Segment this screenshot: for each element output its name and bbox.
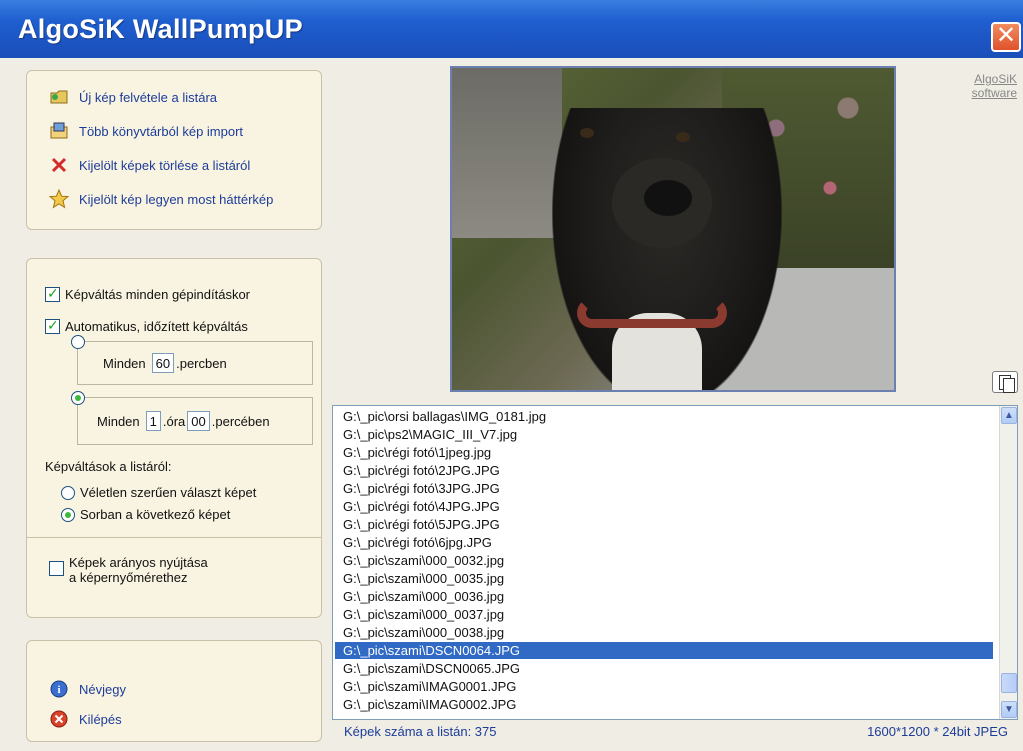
- stretch-checkbox[interactable]: [49, 561, 64, 576]
- hour-prefix: Minden: [97, 413, 140, 429]
- algosik-link-line1: AlgoSiK: [974, 72, 1017, 86]
- title-bar: AlgoSiK WallPumpUP ✕: [0, 0, 1023, 60]
- delete-label: Kijelölt képek törlése a listáról: [79, 157, 251, 173]
- divider: [27, 537, 321, 538]
- import-label: Több könyvtárból kép import: [79, 123, 244, 139]
- info-icon: i: [49, 679, 69, 699]
- set-wallpaper-label: Kijelölt kép legyen most háttérkép: [79, 191, 274, 207]
- footer-panel: i Névjegy Kilépés: [26, 640, 322, 742]
- star-icon: [48, 188, 70, 209]
- exit-action[interactable]: Kilépés: [49, 709, 122, 729]
- list-item[interactable]: G:\_pic\szami\000_0037.jpg: [341, 606, 991, 623]
- hour-radio[interactable]: [71, 391, 85, 405]
- scroll-thumb[interactable]: [1001, 673, 1017, 693]
- minutes-suffix: .percben: [176, 355, 227, 371]
- algosik-link-line2: software: [971, 86, 1017, 100]
- minutes-radio[interactable]: [71, 335, 85, 349]
- preview-dog-eye-right: [676, 132, 690, 142]
- list-item[interactable]: G:\_pic\szami\IMAG0001.JPG: [341, 678, 991, 695]
- list-item[interactable]: G:\_pic\régi fotó\2JPG.JPG: [341, 462, 991, 479]
- settings-panel: Képváltás minden gépindításkor Automatik…: [26, 258, 322, 618]
- add-image-action[interactable]: Új kép felvétele a listára: [49, 87, 217, 107]
- status-bar: Képek száma a listán: 375 1600*1200 * 24…: [332, 720, 1018, 744]
- list-item[interactable]: G:\_pic\orsi ballagas\IMG_0181.jpg: [341, 408, 991, 425]
- hour-row: Minden 1 .óra 00 .percében: [97, 411, 270, 431]
- minutes-input[interactable]: 60: [151, 353, 175, 373]
- preview-dog-eye-left: [580, 128, 594, 138]
- sequential-row[interactable]: Sorban a következő képet: [61, 507, 230, 522]
- list-item[interactable]: G:\_pic\ps2\MAGIC_III_V7.jpg: [341, 426, 991, 443]
- list-item[interactable]: G:\_pic\régi fotó\5JPG.JPG: [341, 516, 991, 533]
- delete-icon: [49, 155, 69, 175]
- list-item[interactable]: G:\_pic\régi fotó\3JPG.JPG: [341, 480, 991, 497]
- file-listbox[interactable]: G:\_pic\orsi ballagas\IMG_0181.jpg G:\_pi…: [332, 405, 1018, 720]
- random-row[interactable]: Véletlen szerűen választ képet: [61, 485, 256, 500]
- list-item[interactable]: G:\_pic\szami\000_0032.jpg: [341, 552, 991, 569]
- list-item[interactable]: G:\_pic\régi fotó\1jpeg.jpg: [341, 444, 991, 461]
- algosik-link[interactable]: AlgoSiK software: [957, 72, 1017, 100]
- stretch-label-line1: Képek arányos nyújtása: [69, 555, 208, 570]
- list-item[interactable]: G:\_pic\szami\000_0036.jpg: [341, 588, 991, 605]
- wallpaper-preview: [450, 66, 896, 392]
- add-image-icon: [49, 87, 69, 107]
- list-item[interactable]: G:\_pic\szami\DSCN0064.JPG: [335, 642, 993, 659]
- close-button[interactable]: ✕: [991, 22, 1021, 52]
- hour-input[interactable]: 1: [145, 411, 161, 431]
- change-on-boot-label: Képváltás minden gépindításkor: [65, 287, 251, 302]
- random-label: Véletlen szerűen választ képet: [80, 485, 257, 500]
- preview-bg-window: [452, 68, 562, 238]
- svg-text:i: i: [57, 684, 60, 696]
- sequential-label: Sorban a következő képet: [80, 507, 231, 522]
- image-count: Képek száma a listán: 375: [344, 724, 497, 739]
- window-title: AlgoSiK WallPumpUP: [18, 14, 303, 44]
- random-radio[interactable]: [61, 485, 75, 500]
- sequential-radio[interactable]: [61, 507, 75, 522]
- set-wallpaper-action[interactable]: Kijelölt kép legyen most háttérkép: [48, 188, 274, 209]
- list-item[interactable]: G:\_pic\régi fotó\4JPG.JPG: [341, 498, 991, 515]
- auto-timed-checkbox[interactable]: [45, 317, 60, 334]
- scroll-down-button[interactable]: ▼: [1001, 701, 1017, 718]
- list-item[interactable]: G:\_pic\szami\IMAG0002.JPG: [341, 696, 991, 713]
- actions-panel: Új kép felvétele a listára Több könyvtár…: [26, 70, 322, 230]
- exit-icon: [49, 709, 69, 729]
- stretch-row[interactable]: Képek arányos nyújtása a képernyőmérethe…: [49, 555, 208, 585]
- minute-suffix: .percében: [211, 413, 270, 429]
- scroll-up-button[interactable]: ▲: [1001, 407, 1017, 424]
- hour-suffix: .óra: [162, 413, 186, 429]
- import-action[interactable]: Több könyvtárból kép import: [49, 121, 243, 141]
- exit-label: Kilépés: [79, 711, 122, 727]
- import-icon: [49, 121, 69, 141]
- copy-icon[interactable]: [992, 371, 1018, 393]
- about-label: Névjegy: [79, 681, 126, 697]
- delete-action[interactable]: Kijelölt képek törlése a listáról: [49, 155, 250, 175]
- vertical-scrollbar[interactable]: ▲ ▼: [999, 406, 1017, 719]
- list-item[interactable]: G:\_pic\régi fotó\6jpg.JPG: [341, 534, 991, 551]
- list-item[interactable]: G:\_pic\szami\000_0038.jpg: [341, 624, 991, 641]
- stretch-label-line2: a képernyőmérethez: [69, 570, 188, 585]
- change-on-boot-checkbox[interactable]: [45, 285, 60, 302]
- order-heading: Képváltások a listáról:: [45, 459, 171, 474]
- auto-timed-row[interactable]: Automatikus, időzített képváltás: [45, 317, 248, 334]
- add-image-label: Új kép felvétele a listára: [79, 89, 218, 105]
- change-on-boot-row[interactable]: Képváltás minden gépindításkor: [45, 285, 251, 302]
- minutes-row: Minden 60 .percben: [103, 353, 227, 373]
- stretch-label: Képek arányos nyújtása a képernyőmérethe…: [69, 555, 208, 585]
- preview-dog-nose: [644, 180, 692, 216]
- image-info: 1600*1200 * 24bit JPEG: [867, 724, 1008, 739]
- auto-timed-label: Automatikus, időzített képváltás: [65, 319, 248, 334]
- minutes-prefix: Minden: [103, 355, 146, 371]
- list-item[interactable]: G:\_pic\szami\DSCN0065.JPG: [341, 660, 991, 677]
- about-action[interactable]: i Névjegy: [49, 679, 126, 699]
- order-heading-text: Képváltások a listáról:: [45, 459, 172, 474]
- minute-input[interactable]: 00: [187, 411, 210, 431]
- preview-dog-collar: [577, 298, 727, 328]
- list-item[interactable]: G:\_pic\szami\000_0035.jpg: [341, 570, 991, 587]
